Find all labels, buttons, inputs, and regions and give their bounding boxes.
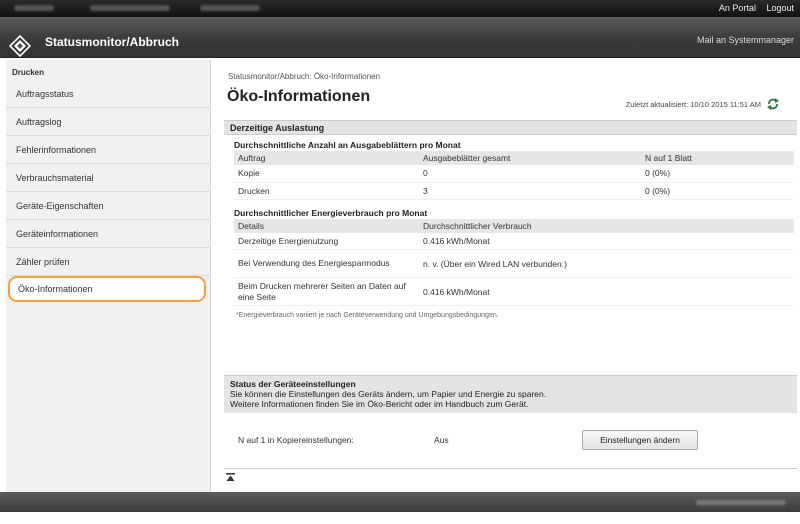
table-cell: Kopie <box>234 165 419 183</box>
sidebar-item-label: Verbrauchsmaterial <box>16 172 94 183</box>
status-description-line: Sie können die Einstellungen des Geräts … <box>230 389 547 399</box>
column-header: Durchschnittlicher Verbrauch <box>419 218 794 233</box>
title-bar: Statusmonitor/Abbruch Mail an Systemmana… <box>0 17 800 58</box>
sidebar-item-label: Auftragsstatus <box>16 88 74 99</box>
breadcrumb: Statusmonitor/Abbruch: Öko-Informationen <box>228 72 381 81</box>
divider <box>224 468 797 469</box>
column-header: Auftrag <box>234 151 419 165</box>
remote-ui-logo-icon <box>9 35 31 57</box>
sidebar-item-eco-info[interactable]: Öko-Informationen <box>8 276 206 302</box>
energy-note: *Energieverbrauch variiert je nach Gerät… <box>236 312 499 319</box>
table-cell: 0 (0%) <box>641 165 794 183</box>
refresh-icon[interactable] <box>766 98 780 110</box>
sidebar-item-job-log[interactable]: Auftragslog <box>6 108 211 136</box>
top-bar: An Portal Logout <box>0 0 800 17</box>
last-updated-text: Zuletzt aktualisiert: 10/10 2015 11:51 A… <box>625 99 761 109</box>
scroll-to-top-icon[interactable] <box>226 473 235 482</box>
device-settings-status-panel: Status der Geräteeinstellungen Sie könne… <box>224 375 797 450</box>
column-header: Ausgabeblätter gesamt <box>419 151 641 165</box>
table-header-row: Auftrag Ausgabeblätter gesamt N auf 1 Bl… <box>234 151 794 165</box>
table-row: Bei Verwendung des Energiesparmodus n. v… <box>234 249 794 278</box>
sidebar: Drucken Auftragsstatus Auftragslog Fehle… <box>6 60 211 492</box>
sidebar-item-error-info[interactable]: Fehlerinformationen <box>6 136 211 164</box>
status-description-line: Weitere Informationen finden Sie im Öko-… <box>230 399 529 409</box>
pages-section-title: Durchschnittliche Anzahl an Ausgabeblätt… <box>234 140 461 150</box>
energy-table: Details Durchschnittlicher Verbrauch Der… <box>234 218 794 306</box>
panel-header: Derzeitige Auslastung <box>224 120 797 135</box>
setting-label: N auf 1 in Kopiereinstellungen: <box>238 435 354 445</box>
table-row: Kopie 0 0 (0%) <box>234 165 794 183</box>
device-info-blurred <box>200 5 260 11</box>
sidebar-item-job-status[interactable]: Auftragsstatus <box>6 80 211 108</box>
device-name-blurred <box>14 5 54 11</box>
sidebar-item-check-counter[interactable]: Zähler prüfen <box>6 248 211 276</box>
page-title: Öko-Informationen <box>227 88 371 105</box>
sidebar-item-label: Auftragslog <box>16 116 62 127</box>
setting-row: N auf 1 in Kopiereinstellungen: Aus Eins… <box>224 427 797 453</box>
table-cell: n. v. (Über ein Wired LAN verbunden.) <box>419 249 794 278</box>
table-cell: Beim Drucken mehrerer Seiten an Daten au… <box>234 277 419 306</box>
sidebar-item-label: Fehlerinformationen <box>16 144 97 155</box>
table-cell: 0 (0%) <box>641 182 794 200</box>
current-usage-panel: Derzeitige Auslastung Durchschnittliche … <box>224 120 797 325</box>
table-cell: Drucken <box>234 182 419 200</box>
panel-header: Status der Geräteeinstellungen <box>230 379 356 389</box>
sidebar-item-label: Geräteinformationen <box>16 228 99 239</box>
table-row: Derzeitige Energienutzung 0.416 kWh/Mona… <box>234 232 794 250</box>
table-row: Beim Drucken mehrerer Seiten an Daten au… <box>234 277 794 306</box>
sidebar-item-device-info[interactable]: Geräteinformationen <box>6 220 211 248</box>
table-cell: 3 <box>419 182 641 200</box>
change-settings-button[interactable]: Einstellungen ändern <box>582 430 698 450</box>
setting-value: Aus <box>434 435 449 445</box>
sidebar-section-label: Drucken <box>12 68 45 77</box>
sidebar-item-label: Öko-Informationen <box>18 284 93 294</box>
table-cell: 0.416 kWh/Monat <box>419 232 794 250</box>
sidebar-item-label: Geräte-Eigenschaften <box>16 200 104 211</box>
table-row: Drucken 3 0 (0%) <box>234 182 794 200</box>
device-info-blurred <box>90 5 170 11</box>
footer <box>0 492 800 512</box>
table-cell: 0 <box>419 165 641 183</box>
table-cell: 0.416 kWh/Monat <box>419 277 794 306</box>
sidebar-item-device-features[interactable]: Geräte-Eigenschaften <box>6 192 211 220</box>
main-content: Statusmonitor/Abbruch: Öko-Informationen… <box>212 60 800 492</box>
sidebar-item-label: Zähler prüfen <box>16 256 70 267</box>
logout-link[interactable]: Logout <box>766 3 794 13</box>
copyright-blurred <box>696 500 786 505</box>
energy-section-title: Durchschnittlicher Energieverbrauch pro … <box>234 207 428 218</box>
app-title: Statusmonitor/Abbruch <box>45 35 179 49</box>
column-header: N auf 1 Blatt <box>641 151 794 165</box>
pages-table: Auftrag Ausgabeblätter gesamt N auf 1 Bl… <box>234 151 794 200</box>
status-panel-header: Status der Geräteeinstellungen Sie könne… <box>224 375 797 413</box>
sidebar-item-consumables[interactable]: Verbrauchsmaterial <box>6 164 211 192</box>
portal-link[interactable]: An Portal <box>719 3 756 13</box>
top-links: An Portal Logout <box>711 3 794 13</box>
column-header: Details <box>234 218 419 233</box>
table-header-row: Details Durchschnittlicher Verbrauch <box>234 218 794 233</box>
mail-to-admin-link[interactable]: Mail an Systemmanager <box>697 35 794 45</box>
table-cell: Derzeitige Energienutzung <box>234 232 419 250</box>
table-cell: Bei Verwendung des Energiesparmodus <box>234 249 419 278</box>
last-updated: Zuletzt aktualisiert: 10/10 2015 11:51 A… <box>626 98 780 110</box>
